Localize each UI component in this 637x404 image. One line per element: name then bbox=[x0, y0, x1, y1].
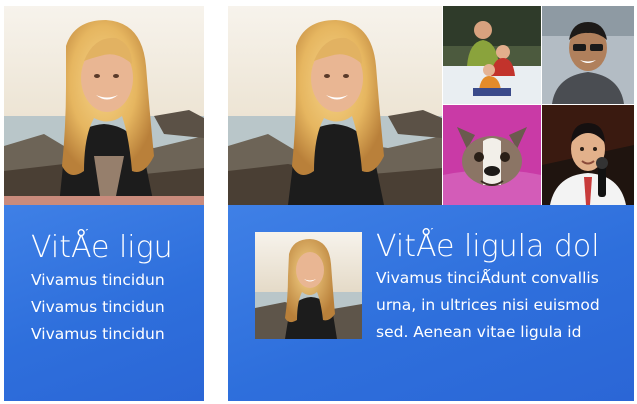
tile-text-line: Vivamus tincidun bbox=[31, 325, 165, 343]
man-glasses-photo bbox=[542, 6, 634, 104]
tile-text-line: Vivamus tincidun bbox=[31, 298, 165, 316]
man-microphone-photo bbox=[542, 105, 634, 205]
tile-title: VitǺe ligula dol bbox=[376, 229, 600, 264]
tile-title: VitǺe ligu bbox=[31, 230, 173, 265]
contact-tile-small[interactable]: VitǺe ligu Vivamus tincidun Vivamus tinc… bbox=[4, 6, 204, 401]
family-snow-photo bbox=[443, 6, 541, 104]
contact-tile-wide[interactable]: VitǺe ligula dol Vivamus tinciǺdunt conv… bbox=[228, 6, 634, 401]
woman-portrait-photo bbox=[4, 6, 204, 205]
woman-portrait-photo bbox=[228, 6, 442, 205]
bulldog-photo bbox=[443, 105, 541, 205]
tile-text-line: Vivamus tincidun bbox=[31, 271, 165, 289]
tile-text-line: urna, in ultrices nisi euismod bbox=[376, 296, 600, 314]
tile-text-line: sed. Aenean vitae ligula id bbox=[376, 323, 582, 341]
woman-portrait-thumbnail bbox=[255, 232, 362, 339]
live-tiles-stage: VitǺe ligu Vivamus tincidun Vivamus tinc… bbox=[0, 0, 637, 404]
tile-text-line: Vivamus tinciǺdunt convallis bbox=[376, 269, 599, 287]
